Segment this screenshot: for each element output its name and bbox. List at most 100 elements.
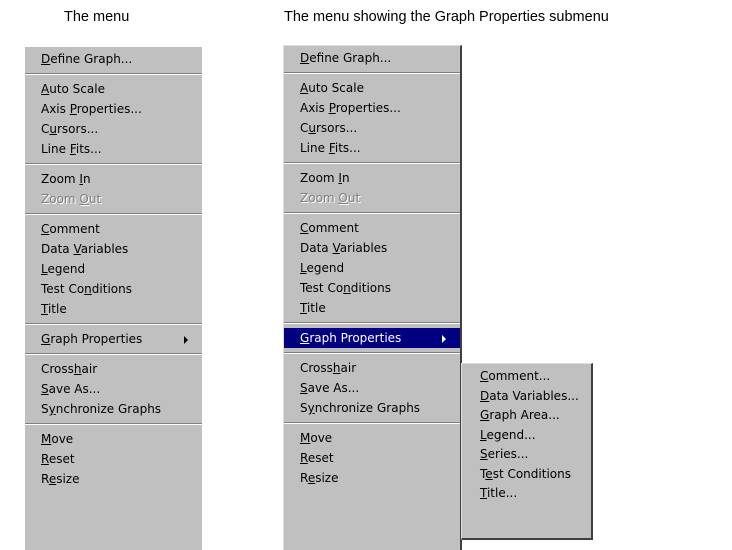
menu-left-item-reset[interactable]: Reset xyxy=(25,449,202,469)
menu-right-item-define-graph[interactable]: Define Graph... xyxy=(284,48,460,68)
menu-item-label-post: eset xyxy=(48,452,75,466)
menu-right-item-crosshair[interactable]: Crosshair xyxy=(284,358,460,378)
menu-left-item-title[interactable]: Title xyxy=(25,299,202,319)
menu-right-item-comment[interactable]: Comment xyxy=(284,218,460,238)
menu-left-item-move[interactable]: Move xyxy=(25,429,202,449)
menu-item-label-post: omment xyxy=(49,222,100,236)
menu-item-label-post: size xyxy=(315,471,339,485)
menu-left-item-define-graph[interactable]: Define Graph... xyxy=(25,49,202,69)
menu-item-label-post: nchronize Graphs xyxy=(314,401,421,415)
menu-right-item-title[interactable]: Title xyxy=(284,298,460,318)
menu-item-label-pre: S xyxy=(41,402,49,416)
menu-item-accelerator: D xyxy=(480,388,490,403)
menu-item-label-post: omment xyxy=(308,221,359,235)
menu-item-accelerator: G xyxy=(41,332,51,346)
menu-item-accelerator: T xyxy=(480,486,487,500)
context-menu-right: Define Graph... Auto Scale Axis Properties… xyxy=(283,45,462,550)
menu-item-label-pre: Zoom xyxy=(300,191,339,205)
menu-left-item-zoom-in[interactable]: Zoom In xyxy=(25,169,202,189)
menu-left-item-data-variables[interactable]: Data Variables xyxy=(25,239,202,259)
menu-item-accelerator: G xyxy=(480,408,490,422)
menu-right-item-line-fits[interactable]: Line Fits... xyxy=(284,138,460,158)
submenu-item-graph-area[interactable]: Graph Area... xyxy=(462,406,591,426)
menu-left-item-comment[interactable]: Comment xyxy=(25,219,202,239)
menu-left-item-legend[interactable]: Legend xyxy=(25,259,202,279)
submenu-item-test-conditions[interactable]: Test Conditions xyxy=(462,465,591,485)
menu-item-accelerator: O xyxy=(79,192,89,206)
menu-left-item-axis-properties[interactable]: Axis Properties... xyxy=(25,99,202,119)
menu-item-accelerator: T xyxy=(300,301,307,315)
submenu-arrow-icon xyxy=(442,335,446,343)
menu-separator xyxy=(284,72,460,74)
menu-left-item-cursors[interactable]: Cursors... xyxy=(25,119,202,139)
menu-item-accelerator: A xyxy=(41,82,50,96)
submenu-item-comment[interactable]: Comment... xyxy=(462,367,591,387)
menu-separator xyxy=(25,163,202,165)
menu-item-label-post: egend xyxy=(47,262,86,276)
menu-item-label-post: efine Graph... xyxy=(309,51,392,65)
menu-item-label-post: roperties... xyxy=(335,101,401,115)
menu-item-label-post: eries... xyxy=(487,447,529,461)
menu-item-label-post: ditions xyxy=(350,281,391,295)
submenu-item-series[interactable]: Series... xyxy=(462,445,591,465)
menu-right-item-data-variables[interactable]: Data Variables xyxy=(284,238,460,258)
menu-item-label-post: nchronize Graphs xyxy=(55,402,162,416)
submenu-item-legend[interactable]: Legend... xyxy=(462,426,591,446)
menu-item-label-pre: S xyxy=(300,401,308,415)
menu-item-accelerator: u xyxy=(308,121,316,135)
menu-item-accelerator: P xyxy=(69,102,77,116)
menu-item-label-post: air xyxy=(340,361,357,375)
menu-right-item-legend[interactable]: Legend xyxy=(284,258,460,278)
menu-right-item-axis-properties[interactable]: Axis Properties... xyxy=(284,98,460,118)
menu-item-label-post: st Conditions xyxy=(492,466,571,481)
menu-item-accelerator: V xyxy=(73,242,81,256)
menu-item-label-post: ata Variables... xyxy=(489,388,579,403)
menu-item-label-post: its... xyxy=(334,141,361,155)
menu-item-accelerator: e xyxy=(485,466,493,481)
menu-item-label-post: itle xyxy=(306,301,326,315)
menu-left-item-synchronize-graphs[interactable]: Synchronize Graphs xyxy=(25,399,202,419)
menu-item-accelerator: V xyxy=(332,241,340,255)
menu-right-item-move[interactable]: Move xyxy=(284,428,460,448)
menu-left-item-resize[interactable]: Resize xyxy=(25,469,202,489)
menu-item-accelerator: S xyxy=(41,382,49,396)
menu-item-label-post: raph Properties xyxy=(309,331,402,345)
menu-left-item-test-conditions[interactable]: Test Conditions xyxy=(25,279,202,299)
menu-item-label-post: itle xyxy=(47,302,67,316)
menu-item-accelerator: h xyxy=(332,361,341,375)
menu-item-label-pre: Cross xyxy=(300,361,333,375)
menu-separator xyxy=(25,423,202,425)
menu-left-item-graph-properties[interactable]: Graph Properties xyxy=(25,329,202,349)
menu-right-item-reset[interactable]: Reset xyxy=(284,448,460,468)
menu-right-item-synchronize-graphs[interactable]: Synchronize Graphs xyxy=(284,398,460,418)
menu-separator xyxy=(25,73,202,75)
menu-item-label-post: size xyxy=(56,472,80,486)
menu-left-item-line-fits[interactable]: Line Fits... xyxy=(25,139,202,159)
menu-right-item-cursors[interactable]: Cursors... xyxy=(284,118,460,138)
menu-item-label-post: n xyxy=(341,171,350,185)
menu-right-item-test-conditions[interactable]: Test Conditions xyxy=(284,278,460,298)
submenu-item-data-variables[interactable]: Data Variables... xyxy=(462,387,591,407)
menu-item-label-post: ave As... xyxy=(307,381,360,395)
menu-left-item-save-as[interactable]: Save As... xyxy=(25,379,202,399)
menu-right-item-save-as[interactable]: Save As... xyxy=(284,378,460,398)
menu-right-item-zoom-in[interactable]: Zoom In xyxy=(284,168,460,188)
submenu-item-title[interactable]: Title... xyxy=(462,484,591,504)
menu-separator xyxy=(284,212,460,214)
menu-left-item-crosshair[interactable]: Crosshair xyxy=(25,359,202,379)
menu-item-accelerator: S xyxy=(480,447,488,461)
menu-item-label-pre: Data xyxy=(41,242,74,256)
menu-item-label-post: omment... xyxy=(488,369,551,383)
submenu-arrow-icon xyxy=(184,336,188,344)
menu-left-item-zoom-out: Zoom Out xyxy=(25,189,202,209)
menu-item-accelerator: T xyxy=(41,302,48,316)
menu-item-label-post: raph Area... xyxy=(489,408,560,422)
menu-left-item-auto-scale[interactable]: Auto Scale xyxy=(25,79,202,99)
menu-item-label-pre: R xyxy=(41,472,49,486)
menu-right-item-resize[interactable]: Resize xyxy=(284,468,460,488)
menu-item-label-pre: Line xyxy=(41,142,70,156)
menu-right-item-graph-properties[interactable]: Graph Properties xyxy=(284,328,460,348)
graph-properties-submenu: Comment... Data Variables... Graph Area...… xyxy=(461,363,593,540)
menu-item-label-post: ove xyxy=(310,431,333,445)
menu-right-item-auto-scale[interactable]: Auto Scale xyxy=(284,78,460,98)
